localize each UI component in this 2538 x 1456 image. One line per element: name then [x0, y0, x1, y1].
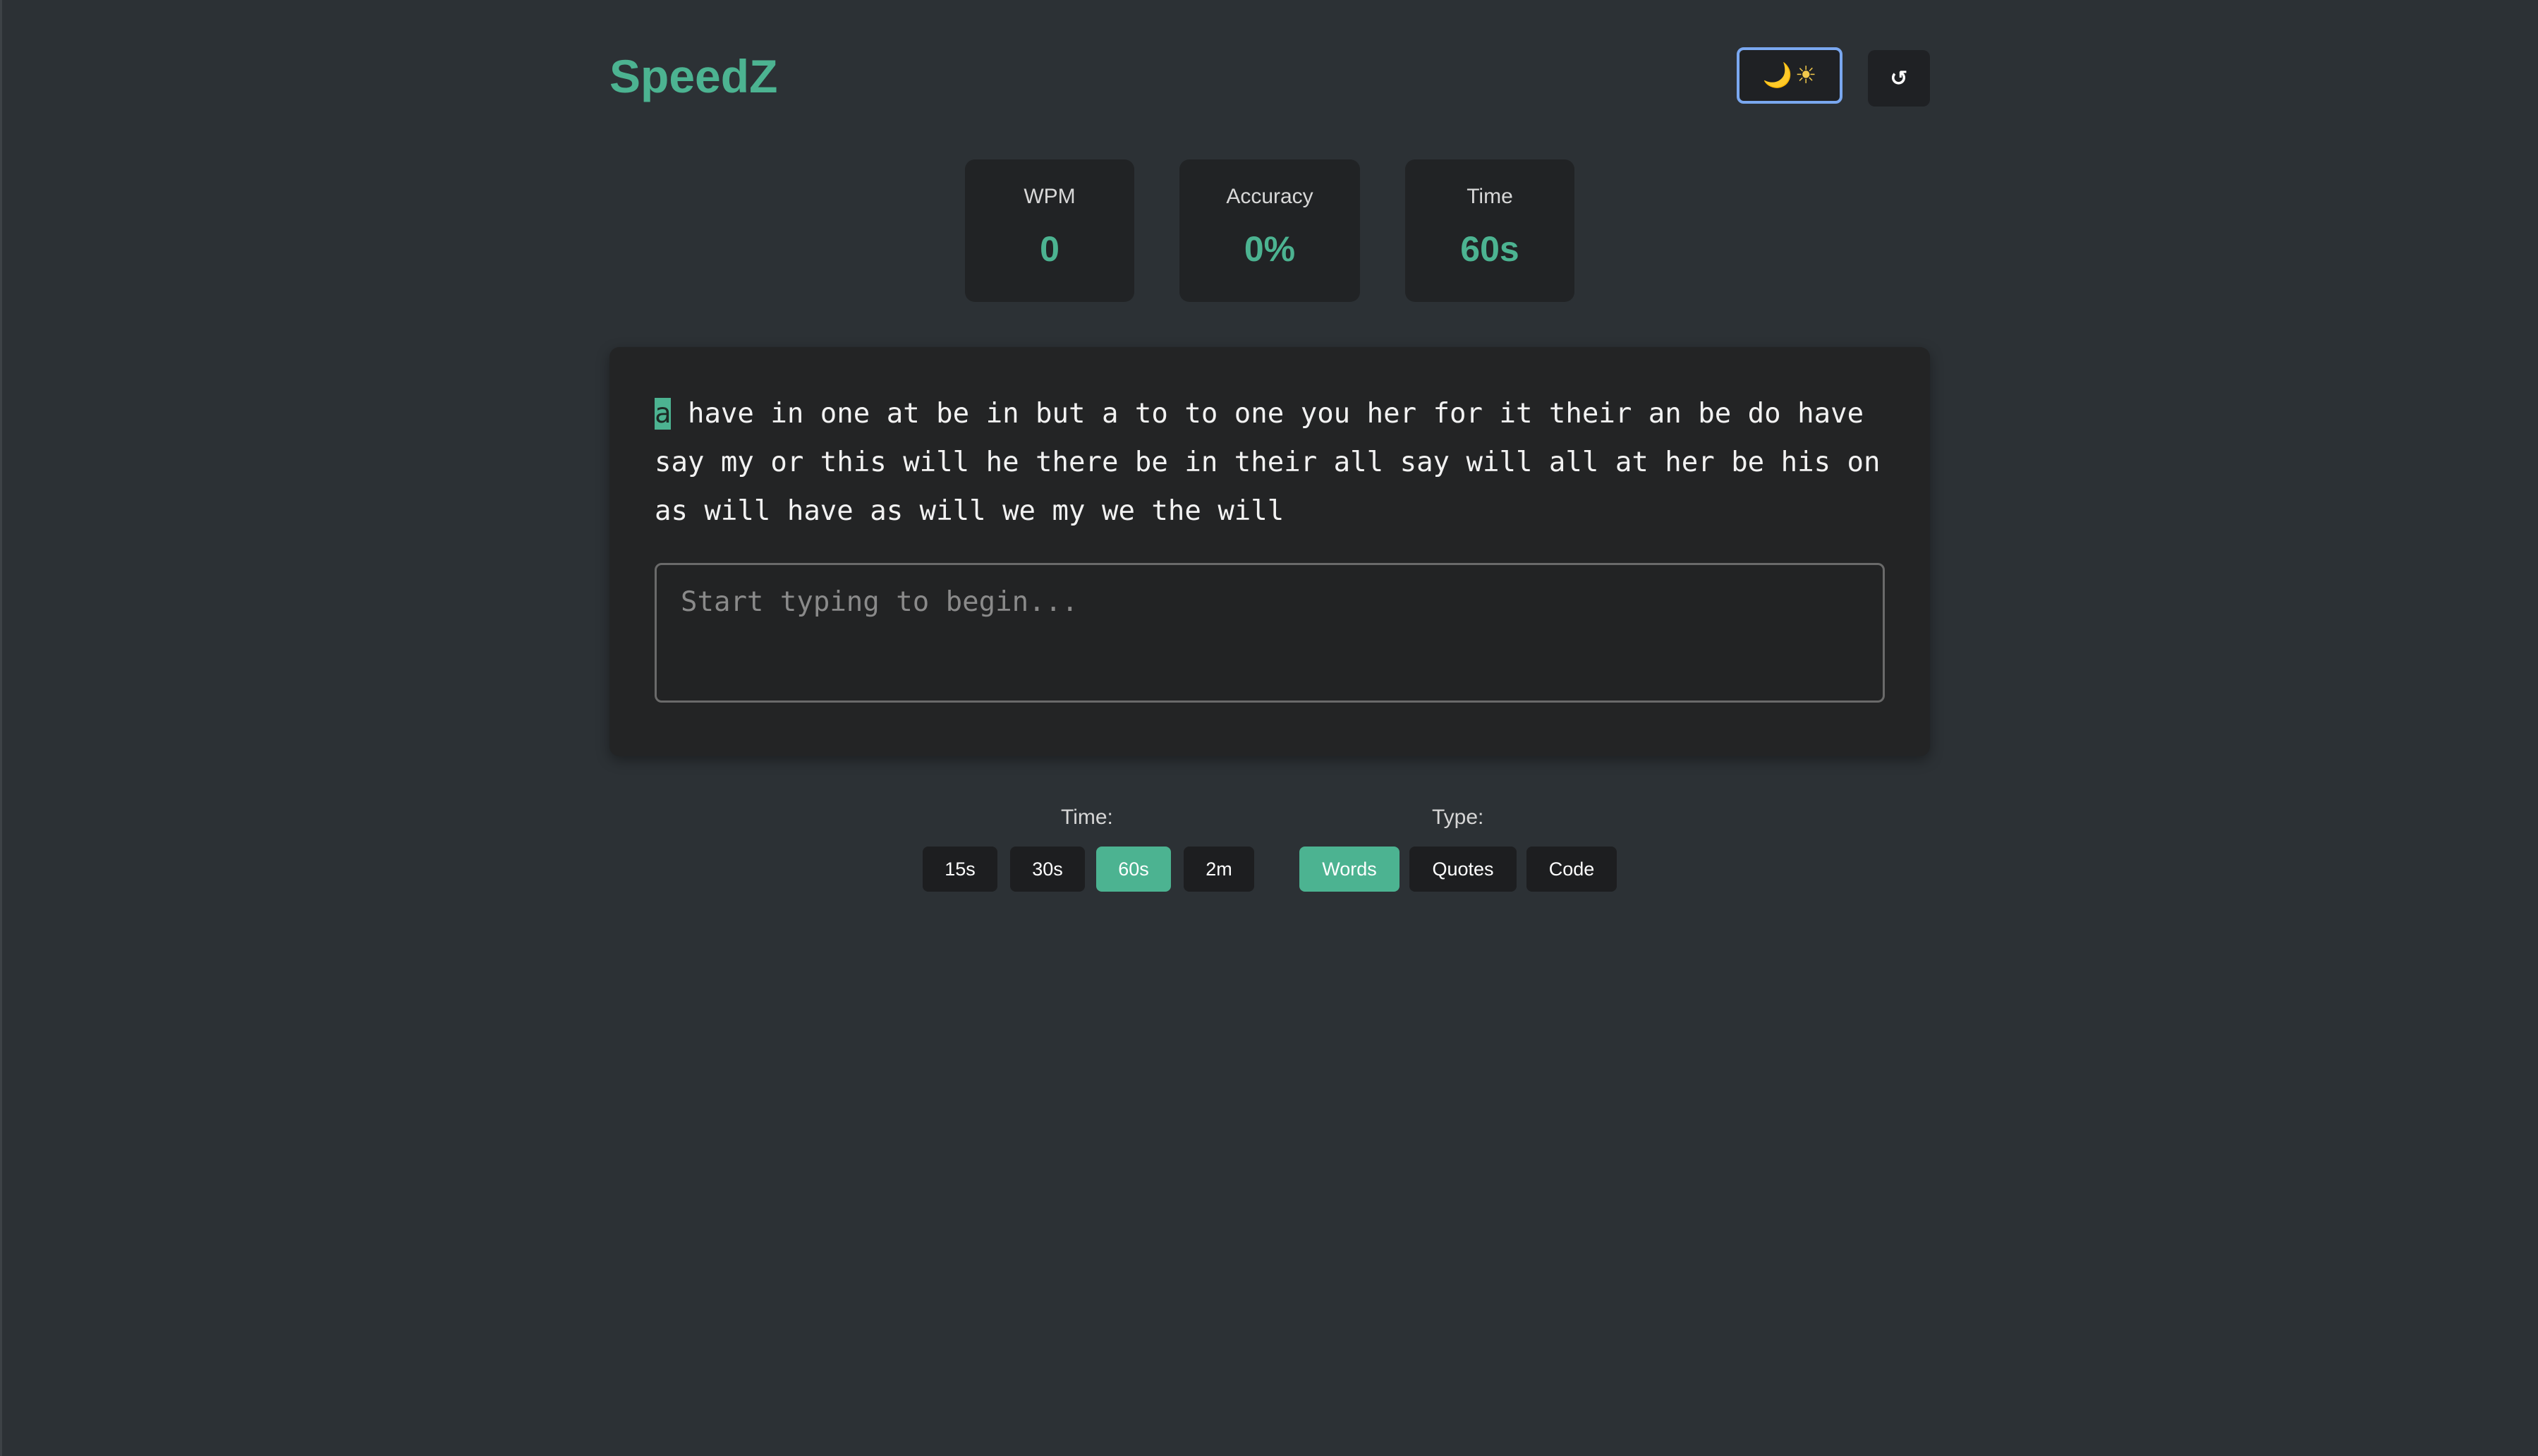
restart-icon: ↺ — [1890, 66, 1908, 91]
type-option-code[interactable]: Code — [1526, 847, 1617, 892]
time-option-2m[interactable]: 2m — [1184, 847, 1254, 892]
type-option-quotes[interactable]: Quotes — [1409, 847, 1517, 892]
stat-time-label: Time — [1467, 185, 1513, 208]
window-edge — [0, 0, 2, 1456]
stat-time-value: 60s — [1460, 229, 1519, 269]
stat-accuracy: Accuracy 0% — [1179, 159, 1360, 302]
time-options-label: Time: — [1061, 806, 1113, 829]
typing-input[interactable] — [655, 563, 1885, 703]
stat-accuracy-value: 0% — [1244, 229, 1296, 269]
moon-icon: 🌙 — [1762, 61, 1792, 90]
time-option-30s[interactable]: 30s — [1010, 847, 1085, 892]
typing-panel: a have in one at be in but a to to one y… — [609, 347, 1930, 756]
stat-accuracy-label: Accuracy — [1226, 185, 1313, 208]
header: SpeedZ 🌙 ☀ ↺ — [609, 44, 1930, 110]
stat-time: Time 60s — [1405, 159, 1574, 302]
time-option-60s[interactable]: 60s — [1096, 847, 1171, 892]
stat-wpm-label: WPM — [1024, 185, 1076, 208]
type-options-label: Type: — [1432, 806, 1484, 829]
type-option-words[interactable]: Words — [1299, 847, 1399, 892]
stat-wpm: WPM 0 — [965, 159, 1134, 302]
time-option-15s[interactable]: 15s — [923, 847, 997, 892]
reset-button[interactable]: ↺ — [1868, 50, 1930, 107]
remaining-words: have in one at be in but a to to one you… — [655, 398, 1898, 527]
current-character: a — [655, 398, 672, 430]
stat-wpm-value: 0 — [1040, 229, 1059, 269]
word-display: a have in one at be in but a to to one y… — [655, 389, 1896, 535]
sun-icon: ☀ — [1795, 61, 1817, 90]
app-logo: SpeedZ — [609, 50, 778, 102]
theme-toggle-button[interactable]: 🌙 ☀ — [1737, 47, 1842, 104]
